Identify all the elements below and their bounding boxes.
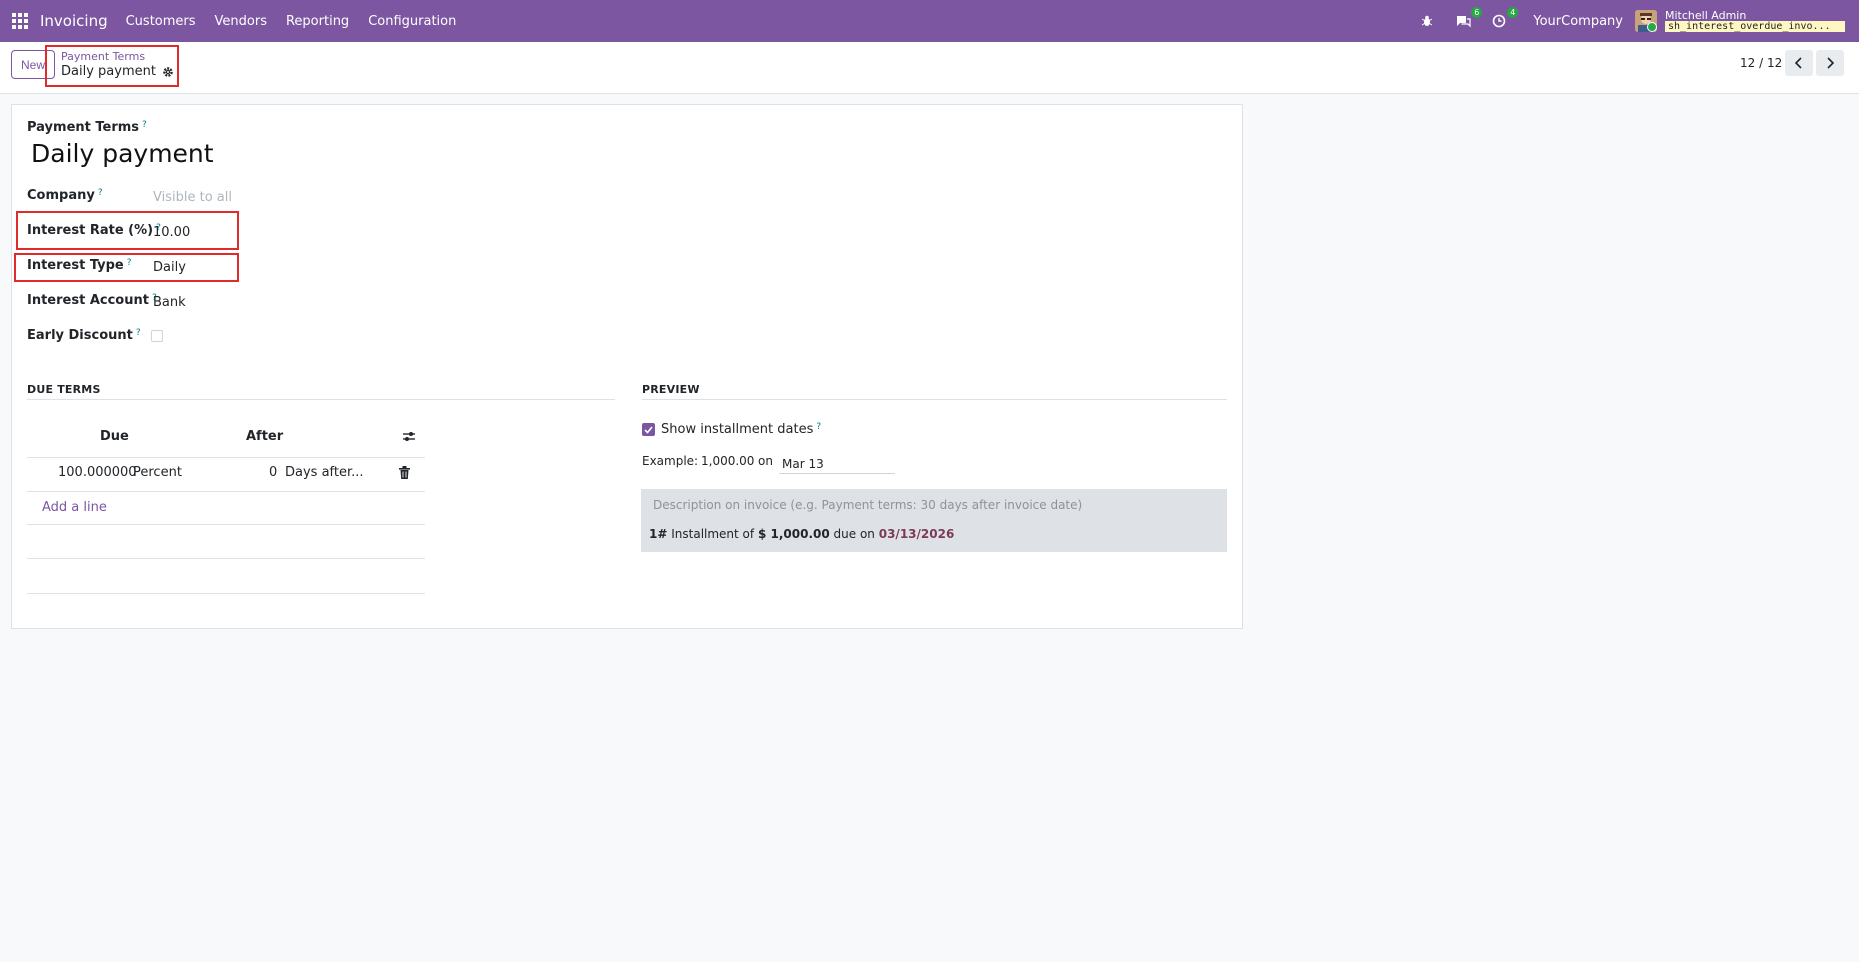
check-icon — [644, 425, 653, 434]
trash-icon[interactable] — [399, 466, 410, 483]
company-switcher[interactable]: YourCompany — [1533, 14, 1623, 29]
table-header-divider — [27, 457, 425, 458]
pager-next-button[interactable] — [1816, 50, 1844, 76]
example-on-label: on — [758, 454, 773, 468]
gear-icon[interactable] — [162, 66, 174, 78]
breadcrumb-parent-link[interactable]: Payment Terms — [61, 50, 145, 63]
debug-bug-icon[interactable] — [1419, 13, 1435, 29]
early-discount-label: Early Discount? — [27, 328, 141, 343]
invoice-description-input[interactable]: Description on invoice (e.g. Payment ter… — [653, 498, 1082, 512]
early-discount-checkbox[interactable] — [151, 330, 163, 342]
after-delay-type-cell[interactable]: Days after... — [285, 465, 364, 480]
installment-preview-line: 1# Installment of $ 1,000.00 due on 03/1… — [649, 527, 955, 541]
menu-vendors[interactable]: Vendors — [215, 14, 267, 29]
menu-configuration[interactable]: Configuration — [368, 14, 456, 29]
due-terms-divider — [27, 399, 615, 400]
optional-columns-toggle-icon[interactable] — [402, 430, 416, 447]
navbar-systray: 6 4 YourCompany Mitchell Admin sh_intere… — [1419, 0, 1859, 42]
top-navbar: Invoicing Customers Vendors Reporting Co… — [0, 0, 1859, 42]
interest-type-label: Interest Type? — [27, 258, 132, 273]
menu-customers[interactable]: Customers — [126, 14, 196, 29]
activities-clock-icon[interactable]: 4 — [1491, 7, 1519, 29]
example-label: Example: — [642, 454, 699, 468]
example-amount-input[interactable]: 1,000.00 — [701, 454, 754, 468]
payment-term-name-input[interactable]: Daily payment — [31, 139, 214, 168]
due-value-cell[interactable]: 100.000000 — [58, 465, 137, 480]
payment-terms-label: Payment Terms? — [27, 120, 147, 135]
add-line-link[interactable]: Add a line — [42, 500, 107, 515]
chevron-left-icon — [1794, 57, 1802, 69]
messages-chat-icon[interactable]: 6 — [1455, 7, 1483, 29]
apps-menu-icon[interactable] — [0, 0, 40, 42]
company-label: Company? — [27, 188, 103, 203]
database-name: sh_interest_overdue_invo... — [1665, 21, 1845, 32]
pager-previous-button[interactable] — [1785, 50, 1813, 76]
due-type-cell[interactable]: Percent — [133, 465, 182, 480]
user-name: Mitchell Admin — [1665, 9, 1747, 22]
interest-account-field[interactable]: Bank — [153, 295, 186, 310]
app-name[interactable]: Invoicing — [40, 12, 108, 30]
interest-rate-label: Interest Rate (%)? — [27, 223, 161, 238]
column-header-due[interactable]: Due — [100, 429, 129, 444]
breadcrumb-current-label: Daily payment — [61, 64, 156, 79]
interest-rate-input[interactable]: 10.00 — [153, 225, 190, 240]
table-row-divider — [27, 558, 425, 559]
preview-divider — [642, 399, 1227, 400]
form-sheet: Payment Terms? Daily payment Company? Vi… — [11, 104, 1243, 629]
table-row-divider — [27, 524, 425, 525]
due-terms-section-title: DUE TERMS — [27, 383, 101, 396]
after-days-cell[interactable]: 0 — [269, 465, 277, 480]
table-row-divider — [27, 593, 425, 594]
user-avatar[interactable] — [1635, 10, 1657, 32]
show-installment-dates-checkbox[interactable] — [642, 423, 655, 436]
table-row-divider — [27, 491, 425, 492]
company-field[interactable]: Visible to all — [153, 190, 232, 205]
breadcrumb-current: Daily payment — [61, 64, 174, 79]
chevron-right-icon — [1827, 57, 1835, 69]
activities-badge: 4 — [1507, 7, 1519, 18]
user-menu[interactable]: Mitchell Admin sh_interest_overdue_invo.… — [1665, 10, 1845, 32]
messages-badge: 6 — [1471, 7, 1483, 18]
example-date-input[interactable]: Mar 13 — [779, 454, 895, 474]
pager-value[interactable]: 12 / 12 — [1740, 56, 1782, 70]
control-panel: New Payment Terms Daily payment 12 / 12 — [0, 42, 1859, 94]
preview-section-title: PREVIEW — [642, 383, 700, 396]
show-installment-dates-label: Show installment dates? — [661, 422, 822, 437]
column-header-after[interactable]: After — [246, 429, 283, 444]
interest-account-label: Interest Account? — [27, 293, 157, 308]
menu-reporting[interactable]: Reporting — [286, 14, 349, 29]
preview-panel: Description on invoice (e.g. Payment ter… — [641, 489, 1227, 552]
interest-type-select[interactable]: Daily — [153, 260, 186, 275]
